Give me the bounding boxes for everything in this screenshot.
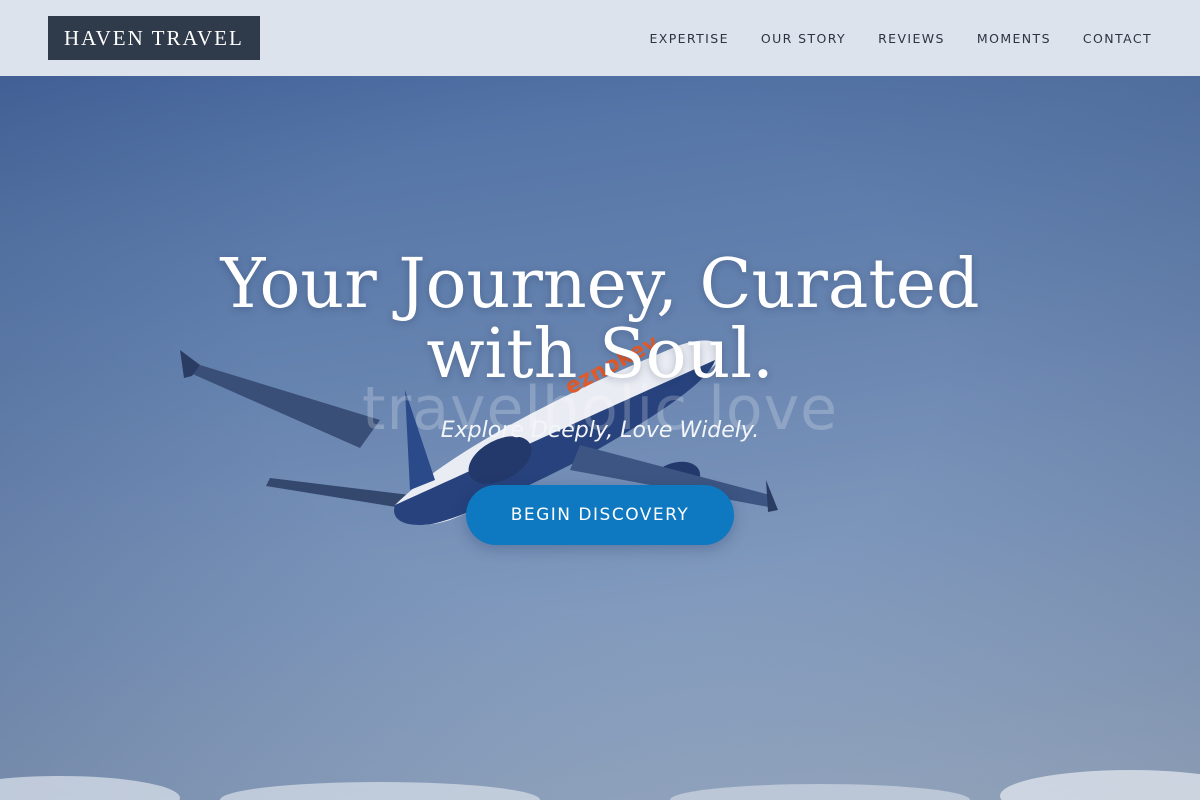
begin-discovery-button[interactable]: BEGIN DISCOVERY xyxy=(466,485,734,545)
nav-item-expertise[interactable]: EXPERTISE xyxy=(649,31,728,46)
hero-content: travelholic love Your Journey, Curated w… xyxy=(0,250,1200,545)
hero-title-line-1: Your Journey, Curated xyxy=(220,245,980,324)
main-nav: EXPERTISE OUR STORY REVIEWS MOMENTS CONT… xyxy=(649,31,1152,46)
nav-item-contact[interactable]: CONTACT xyxy=(1083,31,1152,46)
hero-title: Your Journey, Curated with Soul. xyxy=(210,250,990,390)
brand-logo[interactable]: HAVEN TRAVEL xyxy=(48,16,260,60)
hero-subtitle: Explore Deeply, Love Widely. xyxy=(440,418,760,443)
hero-title-line-2: with Soul. xyxy=(426,315,774,394)
nav-item-moments[interactable]: MOMENTS xyxy=(977,31,1051,46)
site-header: HAVEN TRAVEL EXPERTISE OUR STORY REVIEWS… xyxy=(0,0,1200,76)
nav-item-our-story[interactable]: OUR STORY xyxy=(761,31,846,46)
clouds-image xyxy=(0,770,1200,800)
nav-item-reviews[interactable]: REVIEWS xyxy=(878,31,945,46)
